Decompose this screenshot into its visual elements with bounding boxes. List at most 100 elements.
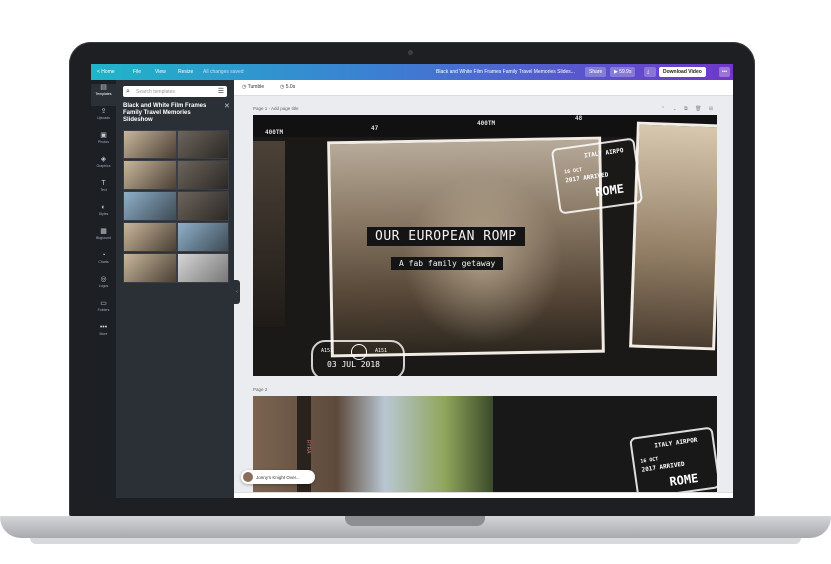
template-thumbnail[interactable] — [123, 253, 177, 283]
rail-label: Styles — [98, 212, 109, 216]
menu-view[interactable]: View — [155, 69, 166, 75]
folder-icon: ▭ — [100, 300, 107, 307]
more-options-button[interactable]: ••• — [719, 67, 730, 77]
avatar — [243, 472, 253, 482]
save-status: All changes saved — [203, 69, 244, 75]
templates-icon: ▤ — [100, 84, 107, 91]
template-thumbnail[interactable] — [177, 191, 229, 221]
rail-photos[interactable]: ▣ Photos — [91, 132, 116, 144]
rail-more[interactable]: ••• More — [91, 324, 116, 336]
rail-label: Logos — [98, 284, 109, 288]
search-icon: ⌕ — [126, 88, 130, 95]
stamp-text: A151 — [375, 348, 388, 354]
page-subtitle-text[interactable]: A fab family getaway — [391, 257, 504, 270]
photo-icon: ▣ — [100, 132, 107, 139]
rail-styles[interactable]: ◐ Styles — [91, 204, 116, 216]
rail-background[interactable]: ▦ Bkground — [91, 228, 116, 240]
date-stamp: A151 A151 03 JUL 2018 — [311, 340, 405, 376]
rail-uploads[interactable]: ⇪ Uploads — [91, 108, 116, 120]
download-video-button[interactable]: Download Video — [659, 67, 706, 77]
rail-label: Bkground — [96, 236, 111, 240]
page-2-label[interactable]: Page 2 — [253, 387, 267, 392]
styles-icon: ◐ — [101, 204, 106, 211]
collaborator-chip[interactable]: Jonny's Knight Over... — [241, 470, 315, 484]
bottom-bar — [234, 492, 733, 498]
rail-label: Charts — [98, 260, 109, 264]
more-icon: ••• — [99, 324, 108, 331]
stamp-text: A151 — [321, 348, 334, 354]
film-number: 48 — [575, 115, 583, 122]
rail-charts[interactable]: ◔ Charts — [91, 252, 116, 264]
top-bar: < Home File View Resize All changes save… — [91, 64, 733, 80]
share-button[interactable]: Share — [585, 67, 607, 77]
rail-text[interactable]: T Text — [91, 180, 116, 192]
laptop-shadow — [30, 538, 801, 544]
rail-logos[interactable]: ◎ Logos — [91, 276, 116, 288]
play-button[interactable]: ▶ 59.9s — [610, 67, 636, 77]
stamp-circle — [351, 344, 367, 360]
template-thumbnail[interactable] — [123, 191, 177, 221]
graphics-icon: ◈ — [100, 156, 107, 163]
rail-label: Uploads — [97, 116, 110, 120]
rail-label: Text — [100, 188, 107, 192]
rail-label: Folders — [97, 308, 110, 312]
airport-stamp: ITALY AIRPOR 16 OCT 2017 ARRIVED ROME — [629, 426, 717, 498]
page-1-label[interactable]: Page 1 - Add page title — [253, 106, 299, 111]
home-link[interactable]: < Home — [97, 69, 115, 75]
download-icon[interactable]: ⤓ — [644, 67, 656, 77]
photo-right — [629, 121, 717, 351]
page-tools[interactable]: ⌃ ⌄ ⧉ 🗑 ⊞ — [661, 106, 716, 112]
airport-stamp: ITALY AIRPO 16 OCT 2017 ARRIVED ROME — [550, 137, 644, 215]
logo-icon: ◎ — [100, 276, 107, 283]
menu-resize[interactable]: Resize — [178, 69, 193, 75]
laptop-notch — [345, 516, 485, 526]
film-number: 47 — [371, 125, 379, 132]
film-number: 400TM — [477, 120, 496, 127]
template-thumbnail[interactable] — [123, 160, 177, 190]
page-1-canvas[interactable]: 400TM 47 400TM 48 OUR EUROPEAN ROMP A fa… — [253, 115, 717, 376]
document-title[interactable]: Black and White Film Frames Family Trave… — [436, 69, 575, 75]
upload-icon: ⇪ — [100, 108, 107, 115]
rail-folders[interactable]: ▭ Folders — [91, 300, 116, 312]
rail-label: Templates — [95, 92, 112, 96]
stamp-text: ITALY AIRPO — [583, 147, 624, 160]
chart-icon: ◔ — [101, 252, 106, 259]
camera — [408, 50, 413, 55]
rail-label: Graphics — [96, 164, 111, 168]
template-thumbnail[interactable] — [123, 222, 177, 252]
template-thumbnail[interactable] — [177, 222, 229, 252]
collapse-panel-button[interactable]: ‹ — [234, 280, 240, 304]
app-screen: < Home File View Resize All changes save… — [91, 64, 733, 498]
page-title-text[interactable]: OUR EUROPEAN ROMP — [367, 227, 525, 246]
template-thumbnail[interactable] — [177, 130, 229, 159]
rail-label: More — [99, 332, 108, 336]
film-number: 400TM — [265, 129, 284, 136]
background-icon: ▦ — [100, 228, 107, 235]
collaborator-name: Jonny's Knight Over... — [256, 475, 300, 480]
panel-title: Black and White Film Frames Family Trave… — [123, 103, 207, 123]
stamp-text: ROME — [668, 470, 700, 489]
duration-button[interactable]: ◷ 5.0s — [280, 84, 295, 90]
templates-panel: ⌕ Search templates ☰ Black and White Fil… — [116, 80, 234, 498]
filter-icon[interactable]: ☰ — [218, 87, 224, 96]
stamp-text: ITALY AIRPOR — [653, 436, 698, 450]
stamp-text: 16 OCT — [563, 167, 583, 176]
icon-rail: ▤ Templates ⇪ Uploads ▣ Photos ◈ Graphics TT… — [91, 80, 116, 498]
editor-toolbar: ◷ Tumble ◷ 5.0s — [234, 80, 733, 96]
menu-file[interactable]: File — [133, 69, 141, 75]
template-thumbnail[interactable] — [177, 253, 229, 283]
template-thumbnail[interactable] — [177, 160, 229, 190]
search-placeholder: Search templates — [136, 89, 175, 95]
close-icon[interactable]: ✕ — [224, 102, 230, 110]
photo-left — [253, 141, 285, 327]
text-icon: T — [101, 180, 106, 187]
page-2-canvas[interactable]: RTRA ITALY AIRPOR 16 OCT 2017 ARRIVED RO… — [253, 396, 717, 498]
animation-button[interactable]: ◷ Tumble — [242, 84, 264, 90]
template-thumbnail[interactable] — [123, 130, 177, 159]
stamp-text: ROME — [594, 181, 625, 200]
rail-label: Photos — [98, 140, 109, 144]
stamp-text: 16 OCT — [640, 456, 659, 465]
search-templates-input[interactable]: ⌕ Search templates ☰ — [123, 86, 227, 97]
rail-templates[interactable]: ▤ Templates — [91, 84, 116, 106]
rail-graphics[interactable]: ◈ Graphics — [91, 156, 116, 168]
